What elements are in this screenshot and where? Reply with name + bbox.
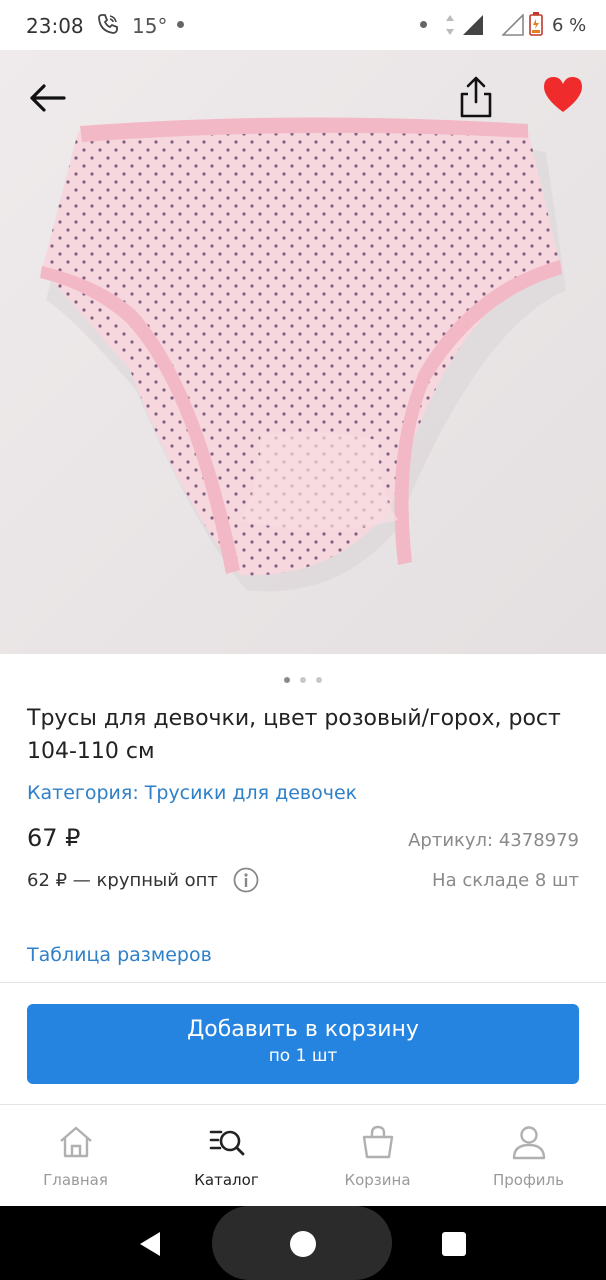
pager-dot[interactable] <box>316 677 322 683</box>
stock-status: На складе 8 шт <box>432 870 579 891</box>
bottom-navigation: Главная Каталог Корзина Профиль <box>0 1105 606 1205</box>
pager-dot-active[interactable] <box>284 677 290 683</box>
system-back-icon[interactable] <box>136 1230 164 1258</box>
home-icon <box>60 1126 92 1158</box>
nav-label: Корзина <box>344 1171 411 1189</box>
nav-label: Главная <box>43 1171 108 1189</box>
product-gallery[interactable] <box>0 50 606 654</box>
catalog-search-icon <box>209 1130 245 1156</box>
system-navigation-bar <box>0 1206 606 1280</box>
nav-item-profile[interactable]: Профиль <box>453 1105 604 1205</box>
size-table-link[interactable]: Таблица размеров <box>27 944 212 966</box>
gallery-pager <box>0 670 606 683</box>
phone-wifi-icon <box>98 14 118 34</box>
pager-dot[interactable] <box>300 677 306 683</box>
info-icon[interactable] <box>233 867 259 893</box>
nav-label: Каталог <box>194 1171 259 1189</box>
profile-icon <box>512 1126 546 1160</box>
notification-dot-icon <box>177 21 184 28</box>
signal-empty-icon <box>502 14 524 36</box>
product-price: 67 ₽ <box>27 824 81 852</box>
category-link[interactable]: Категория: Трусики для девочек <box>27 782 357 804</box>
system-home-icon[interactable] <box>290 1231 316 1257</box>
nav-label: Профиль <box>493 1171 564 1189</box>
status-time: 23:08 <box>26 14 84 38</box>
arrow-left-icon[interactable] <box>24 78 70 118</box>
add-to-cart-sublabel: по 1 шт <box>268 1046 338 1066</box>
signal-icon <box>463 15 483 35</box>
heart-icon[interactable] <box>540 74 586 114</box>
status-temperature: 15° <box>132 14 168 38</box>
add-to-cart-label: Добавить в корзину <box>187 1017 419 1042</box>
status-battery: 6 % <box>552 15 587 36</box>
data-transfer-icon <box>446 15 454 35</box>
product-sku: Артикул: 4378979 <box>408 830 579 851</box>
nav-item-catalog[interactable]: Каталог <box>151 1105 302 1205</box>
nav-item-home[interactable]: Главная <box>0 1105 151 1205</box>
status-bar: 23:08 15° 6 % <box>0 0 606 50</box>
nav-item-cart[interactable]: Корзина <box>302 1105 453 1205</box>
notification-dot-icon <box>420 21 427 28</box>
wholesale-price: 62 ₽ — крупный опт <box>27 870 218 891</box>
product-image[interactable] <box>0 50 606 654</box>
share-icon[interactable] <box>454 74 498 120</box>
product-title: Трусы для девочки, цвет розовый/горох, р… <box>27 706 561 764</box>
divider <box>0 982 606 983</box>
cart-bag-icon <box>362 1125 394 1159</box>
system-recents-icon[interactable] <box>442 1232 466 1256</box>
add-to-cart-button[interactable]: Добавить в корзину по 1 шт <box>27 1004 579 1084</box>
battery-icon <box>529 12 543 36</box>
